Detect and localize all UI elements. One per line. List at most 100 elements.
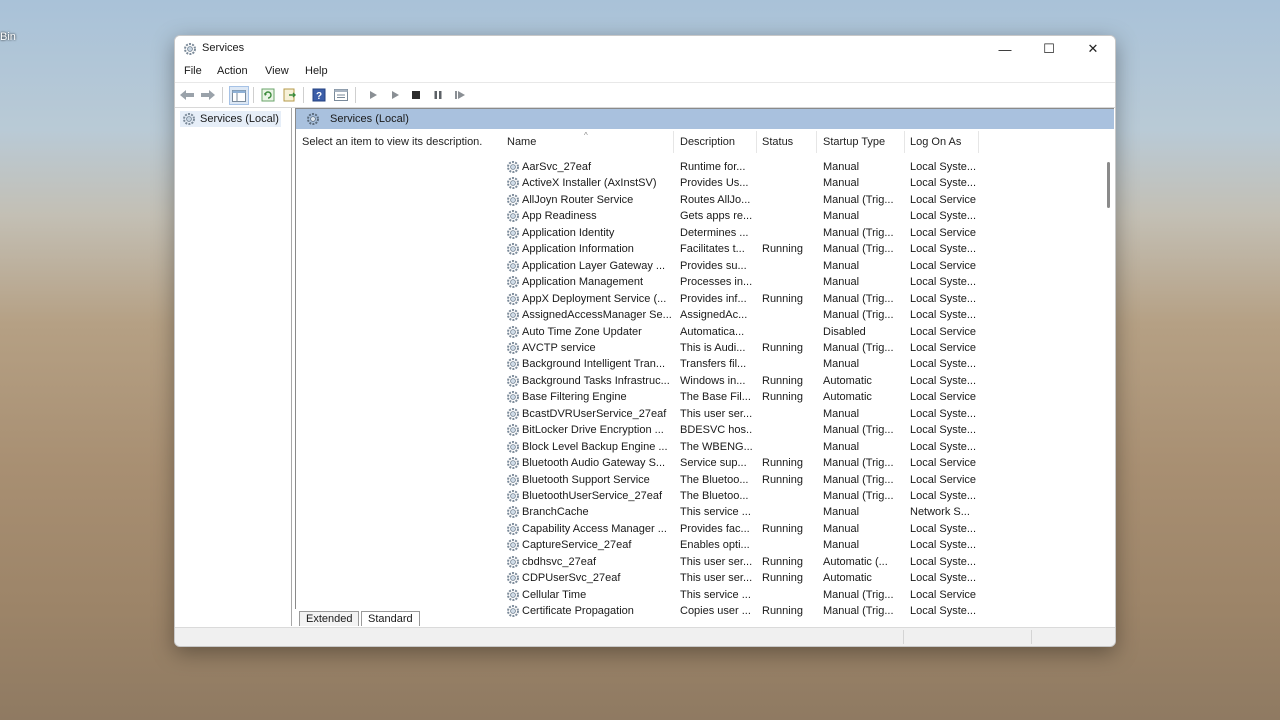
table-row[interactable]: Bluetooth Audio Gateway S... Service sup.… xyxy=(492,455,1092,471)
service-name: Capability Access Manager ... xyxy=(522,522,667,535)
close-button[interactable]: ✕ xyxy=(1071,36,1115,62)
restart-service-button[interactable] xyxy=(451,86,469,103)
table-row[interactable]: Cellular Time This service ... Manual (Tri… xyxy=(492,587,1092,603)
table-row[interactable]: AssignedAccessManager Se... AssignedAc...… xyxy=(492,307,1092,323)
service-name: Background Intelligent Tran... xyxy=(522,358,666,371)
start-service-alt-button[interactable] xyxy=(386,86,404,103)
maximize-button[interactable]: ☐ xyxy=(1027,36,1071,62)
service-name: App Readiness xyxy=(522,210,597,223)
column-header-startup-type[interactable]: Startup Type xyxy=(823,136,885,148)
tab-extended[interactable]: Extended xyxy=(299,611,360,626)
tab-standard[interactable]: Standard xyxy=(361,611,420,626)
table-row[interactable]: CDPUserSvc_27eaf This user ser... Running A… xyxy=(492,570,1092,586)
table-row[interactable]: cbdhsvc_27eaf This user ser... Running Auto… xyxy=(492,554,1092,570)
service-description: Determines ... xyxy=(680,226,749,239)
service-gear-icon xyxy=(507,259,519,272)
show-hide-console-tree-button[interactable] xyxy=(229,86,249,105)
services-pane: Services (Local) Select an item to view … xyxy=(295,108,1114,618)
properties-button[interactable] xyxy=(332,86,350,103)
table-row[interactable]: Auto Time Zone Updater Automatica... Disab… xyxy=(492,324,1092,340)
service-startup-type: Automatic xyxy=(823,374,872,387)
service-gear-icon xyxy=(507,210,519,223)
table-row[interactable]: BranchCache This service ... Manual Network… xyxy=(492,504,1092,520)
service-description: Windows in... xyxy=(680,374,746,387)
desktop-recycle-bin-label[interactable]: Bin xyxy=(0,31,16,43)
restart-service-icon xyxy=(455,90,465,99)
service-description: Service sup... xyxy=(680,457,747,470)
table-row[interactable]: AVCTP service This is Audi... Running Manua… xyxy=(492,340,1092,356)
service-startup-type: Automatic xyxy=(823,391,872,404)
service-startup-type: Automatic xyxy=(823,572,872,585)
service-name: AarSvc_27eaf xyxy=(522,161,592,173)
table-row[interactable]: Application Information Facilitates t... R… xyxy=(492,241,1092,257)
column-header-name[interactable]: Name xyxy=(507,136,536,148)
table-row[interactable]: Application Identity Determines ... Manual… xyxy=(492,225,1092,241)
service-name: Application Information xyxy=(522,243,634,256)
table-row[interactable]: ActiveX Installer (AxInstSV) Provides Us.… xyxy=(492,175,1092,191)
service-startup-type: Manual (Trig... xyxy=(823,243,894,256)
toolbar: ? xyxy=(175,82,1115,108)
service-log-on-as: Local Service xyxy=(910,473,977,486)
table-row[interactable]: Bluetooth Support Service The Bluetoo... R… xyxy=(492,472,1092,488)
menu-action[interactable]: Action xyxy=(217,65,248,77)
table-row[interactable]: AarSvc_27eaf Runtime for... Manual Local Sy… xyxy=(492,159,1092,175)
export-list-button[interactable] xyxy=(281,86,299,103)
service-name: AppX Deployment Service (... xyxy=(522,292,667,305)
back-button[interactable] xyxy=(178,86,196,103)
pane-title: Services (Local) xyxy=(330,113,409,125)
table-row[interactable]: AllJoyn Router Service Routes AllJo... Man… xyxy=(492,192,1092,208)
service-name: Application Layer Gateway ... xyxy=(522,259,666,272)
service-startup-type: Manual xyxy=(823,440,860,453)
column-divider[interactable] xyxy=(978,131,979,153)
service-gear-icon xyxy=(507,522,519,535)
forward-button[interactable] xyxy=(199,86,217,103)
table-row[interactable]: BcastDVRUserService_27eaf This user ser..… xyxy=(492,406,1092,422)
column-header-log-on-as[interactable]: Log On As xyxy=(910,136,961,148)
table-row[interactable]: App Readiness Gets apps re... Manual Local … xyxy=(492,208,1092,224)
service-name: cbdhsvc_27eaf xyxy=(522,555,596,568)
refresh-button[interactable] xyxy=(259,86,277,103)
pause-service-button[interactable] xyxy=(429,86,447,103)
column-divider[interactable] xyxy=(816,131,817,153)
service-gear-icon xyxy=(507,276,519,289)
column-divider[interactable] xyxy=(904,131,905,153)
table-row[interactable]: Capability Access Manager ... Provides fa… xyxy=(492,521,1092,537)
table-row[interactable]: BitLocker Drive Encryption ... BDESVC hos… xyxy=(492,422,1092,438)
menu-help[interactable]: Help xyxy=(305,65,328,77)
title-bar[interactable]: Services — ☐ ✕ xyxy=(175,36,1115,62)
service-startup-type: Manual xyxy=(823,506,860,519)
table-row[interactable]: BluetoothUserService_27eaf The Bluetoo...… xyxy=(492,488,1092,504)
service-startup-type: Manual (Trig... xyxy=(823,457,894,470)
minimize-button[interactable]: — xyxy=(983,36,1027,62)
table-row[interactable]: Background Intelligent Tran... Transfers … xyxy=(492,356,1092,372)
menu-file[interactable]: File xyxy=(184,65,202,77)
service-name: Auto Time Zone Updater xyxy=(522,325,642,338)
table-row[interactable]: Background Tasks Infrastruc... Windows in… xyxy=(492,373,1092,389)
table-row[interactable]: Application Layer Gateway ... Provides su… xyxy=(492,258,1092,274)
service-description: The Bluetoo... xyxy=(680,473,749,486)
vertical-scrollbar-thumb[interactable] xyxy=(1107,162,1110,208)
service-gear-icon xyxy=(507,309,519,322)
services-list: ^ Name Description Status Startup Type L… xyxy=(492,129,1114,618)
table-row[interactable]: AppX Deployment Service (... Provides inf… xyxy=(492,291,1092,307)
stop-service-button[interactable] xyxy=(407,86,425,103)
service-description: Processes in... xyxy=(680,276,752,289)
column-header-description[interactable]: Description xyxy=(680,136,735,148)
service-log-on-as: Local Service xyxy=(910,193,977,206)
status-divider xyxy=(1031,630,1032,644)
service-gear-icon xyxy=(507,457,519,470)
services-gear-icon xyxy=(307,113,319,125)
column-divider[interactable] xyxy=(756,131,757,153)
table-row[interactable]: Application Management Processes in... Man… xyxy=(492,274,1092,290)
help-button[interactable]: ? xyxy=(310,86,328,103)
table-row[interactable]: Base Filtering Engine The Base Fil... Runn… xyxy=(492,389,1092,405)
column-divider[interactable] xyxy=(673,131,674,153)
start-service-button[interactable] xyxy=(364,86,382,103)
table-row[interactable]: CaptureService_27eaf Enables opti... Manua… xyxy=(492,537,1092,553)
menu-view[interactable]: View xyxy=(265,65,289,77)
tree-item-services-local[interactable]: Services (Local) xyxy=(180,111,281,127)
service-log-on-as: Local Service xyxy=(910,259,977,272)
column-header-status[interactable]: Status xyxy=(762,136,793,148)
table-row[interactable]: Block Level Backup Engine ... The WBENG..… xyxy=(492,439,1092,455)
service-log-on-as: Local Syste... xyxy=(910,407,977,420)
